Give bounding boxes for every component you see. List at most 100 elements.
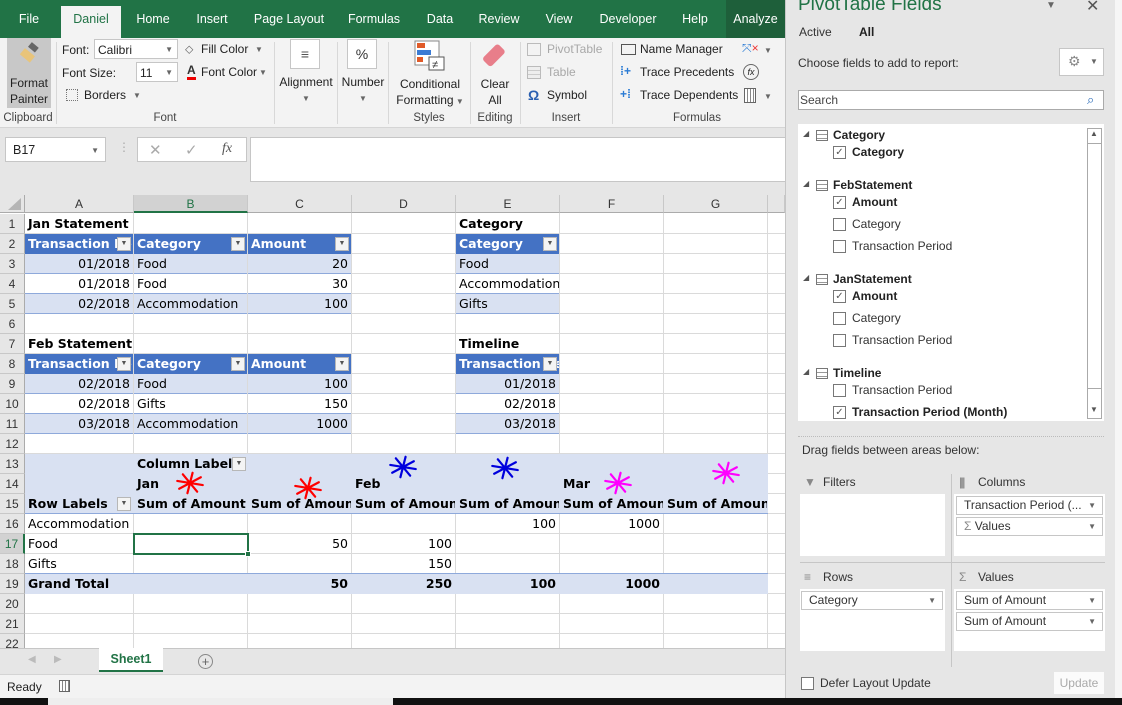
tab-data[interactable]: Data	[414, 0, 466, 38]
tab-developer[interactable]: Developer	[590, 0, 666, 38]
borders-button[interactable]: Borders ▼	[64, 87, 144, 105]
update-button[interactable]: Update	[1054, 672, 1104, 694]
filters-area[interactable]	[800, 494, 945, 556]
field-name[interactable]: Transaction Period	[852, 333, 952, 347]
name-box[interactable]: B17 ▼	[5, 137, 106, 162]
insert-function-icon[interactable]: fx	[222, 141, 232, 157]
field-checkbox[interactable]	[833, 240, 846, 253]
columns-item-transaction-period[interactable]: Transaction Period (... ▼	[956, 496, 1103, 515]
field-checkbox[interactable]	[833, 312, 846, 325]
field-name[interactable]: Transaction Period (Month)	[852, 405, 1007, 419]
formula-input[interactable]	[250, 137, 790, 182]
tab-daniel[interactable]: Daniel	[61, 6, 121, 38]
field-name[interactable]: Category	[852, 217, 901, 231]
values-item-sum-of-amount[interactable]: Sum of Amount ▼	[956, 591, 1103, 610]
field-checkbox[interactable]: ✓	[833, 290, 846, 303]
pane-options-chevron-icon[interactable]: ▼	[1046, 0, 1056, 11]
symbol-button[interactable]: Ω Symbol	[527, 87, 607, 105]
field-checkbox[interactable]: ✓	[833, 406, 846, 419]
number-button[interactable]: % Number ▼	[340, 38, 386, 108]
field-checkbox[interactable]	[833, 334, 846, 347]
scroll-up-icon[interactable]: ▲	[1090, 129, 1098, 138]
font-name-dropdown[interactable]: Calibri ▼	[94, 39, 178, 59]
tab-insert[interactable]: Insert	[184, 0, 240, 38]
collapse-arrow-icon[interactable]: ◢	[803, 129, 809, 138]
tab-home[interactable]: Home	[124, 0, 182, 38]
tab-view[interactable]: View	[534, 0, 584, 38]
macro-record-icon[interactable]	[59, 680, 70, 692]
remove-arrows-button[interactable]: ⤧× ▼	[742, 41, 772, 59]
tab-active[interactable]: Active	[799, 25, 832, 39]
tools-gear-button[interactable]: ⚙ ▼	[1059, 48, 1104, 76]
horizontal-scrollbar[interactable]	[48, 698, 393, 705]
values-area[interactable]: Sum of Amount ▼ Sum of Amount ▼	[954, 589, 1105, 651]
trace-dependents-icon: +⁞	[620, 87, 632, 101]
enter-check-icon[interactable]: ✓	[185, 141, 198, 159]
field-name[interactable]: Transaction Period	[852, 383, 952, 397]
tab-analyze[interactable]: Analyze	[726, 0, 785, 38]
field-table-name[interactable]: FebStatement	[833, 178, 912, 192]
search-input[interactable]: Search ⌕	[798, 90, 1104, 110]
scroll-thumb[interactable]	[1088, 143, 1101, 389]
close-pane-icon[interactable]: ✕	[1086, 0, 1099, 16]
values-item-sum-of-amount[interactable]: Sum of Amount ▼	[956, 612, 1103, 631]
scroll-down-icon[interactable]: ▼	[1090, 405, 1098, 414]
conditional-formatting-icon: ≠	[414, 40, 445, 71]
name-manager-button[interactable]: Name Manager	[620, 41, 740, 59]
add-sheet-button[interactable]: +	[198, 654, 213, 669]
clear-all-button[interactable]: Clear All	[474, 38, 516, 108]
chevron-down-icon: ▼	[453, 97, 464, 106]
field-name[interactable]: Transaction Period	[852, 239, 952, 253]
show-formulas-button[interactable]: fx	[742, 64, 762, 82]
columns-area[interactable]: Transaction Period (... ▼ Σ Values ▼	[954, 494, 1105, 556]
field-name[interactable]: Category	[852, 311, 901, 325]
collapse-arrow-icon[interactable]: ◢	[803, 367, 809, 376]
table-button[interactable]: Table	[527, 64, 607, 82]
conditional-formatting-button[interactable]: ≠ Conditional Formatting ▼	[392, 38, 468, 108]
collapse-arrow-icon[interactable]: ◢	[803, 179, 809, 188]
sigma-icon: Σ	[959, 570, 967, 584]
pivottable-button[interactable]: PivotTable	[527, 41, 607, 59]
rows-area[interactable]: Category ▼	[800, 589, 945, 651]
tab-formulas[interactable]: Formulas	[336, 0, 412, 38]
defer-layout-checkbox[interactable]	[801, 677, 814, 690]
field-table-name[interactable]: JanStatement	[833, 272, 912, 286]
chevron-down-icon: ▼	[764, 46, 772, 55]
tab-review[interactable]: Review	[470, 0, 528, 38]
trace-dependents-button[interactable]: +⁞ Trace Dependents	[620, 87, 740, 105]
worksheet-grid[interactable]: ABCDEFG 1 2 3 4 5 6 7 8 9 10 11 12 13 14 15 16 17 18 19 20 2…	[0, 195, 785, 648]
tab-all[interactable]: All	[859, 25, 874, 39]
columns-item-values[interactable]: Σ Values ▼	[956, 517, 1103, 536]
scroll-left-icon[interactable]: ◀	[28, 654, 36, 665]
field-name[interactable]: Amount	[852, 195, 897, 209]
field-checkbox[interactable]	[833, 218, 846, 231]
chevron-down-icon: ▼	[1088, 501, 1096, 510]
chevron-down-icon: ▼	[1088, 617, 1096, 626]
tab-help[interactable]: Help	[672, 0, 718, 38]
trace-precedents-button[interactable]: ⁞+ Trace Precedents	[620, 64, 740, 82]
tab-file[interactable]: File	[0, 0, 58, 38]
field-name[interactable]: Category	[852, 145, 904, 159]
rows-item-category[interactable]: Category ▼	[801, 591, 943, 610]
chevron-down-icon: ▼	[928, 596, 936, 605]
sheet-tab-sheet1[interactable]: Sheet1	[99, 648, 163, 672]
cancel-icon[interactable]: ✕	[149, 141, 162, 159]
field-checkbox[interactable]: ✓	[833, 196, 846, 209]
ink-annotations	[176, 455, 740, 500]
field-checkbox[interactable]: ✓	[833, 146, 846, 159]
gear-icon: ⚙	[1068, 53, 1081, 69]
format-painter-button[interactable]: Format Painter	[7, 38, 51, 108]
calculation-options-button[interactable]: ▼	[742, 87, 772, 105]
collapse-arrow-icon[interactable]: ◢	[803, 273, 809, 282]
scroll-right-icon[interactable]: ▶	[54, 654, 62, 665]
fill-color-button[interactable]: ⬦ Fill Color ▼	[185, 41, 270, 59]
field-name[interactable]: Amount	[852, 289, 897, 303]
alignment-button[interactable]: ≡ Alignment ▼	[277, 38, 335, 108]
field-checkbox[interactable]	[833, 384, 846, 397]
font-color-button[interactable]: A Font Color ▼	[185, 64, 270, 82]
font-size-dropdown[interactable]: 11 ▼	[136, 62, 178, 82]
tab-page-layout[interactable]: Page Layout	[244, 0, 334, 38]
field-table-name[interactable]: Category	[833, 128, 885, 142]
field-list-scrollbar[interactable]: ▲ ▼	[1087, 128, 1102, 419]
field-table-name[interactable]: Timeline	[833, 366, 881, 380]
